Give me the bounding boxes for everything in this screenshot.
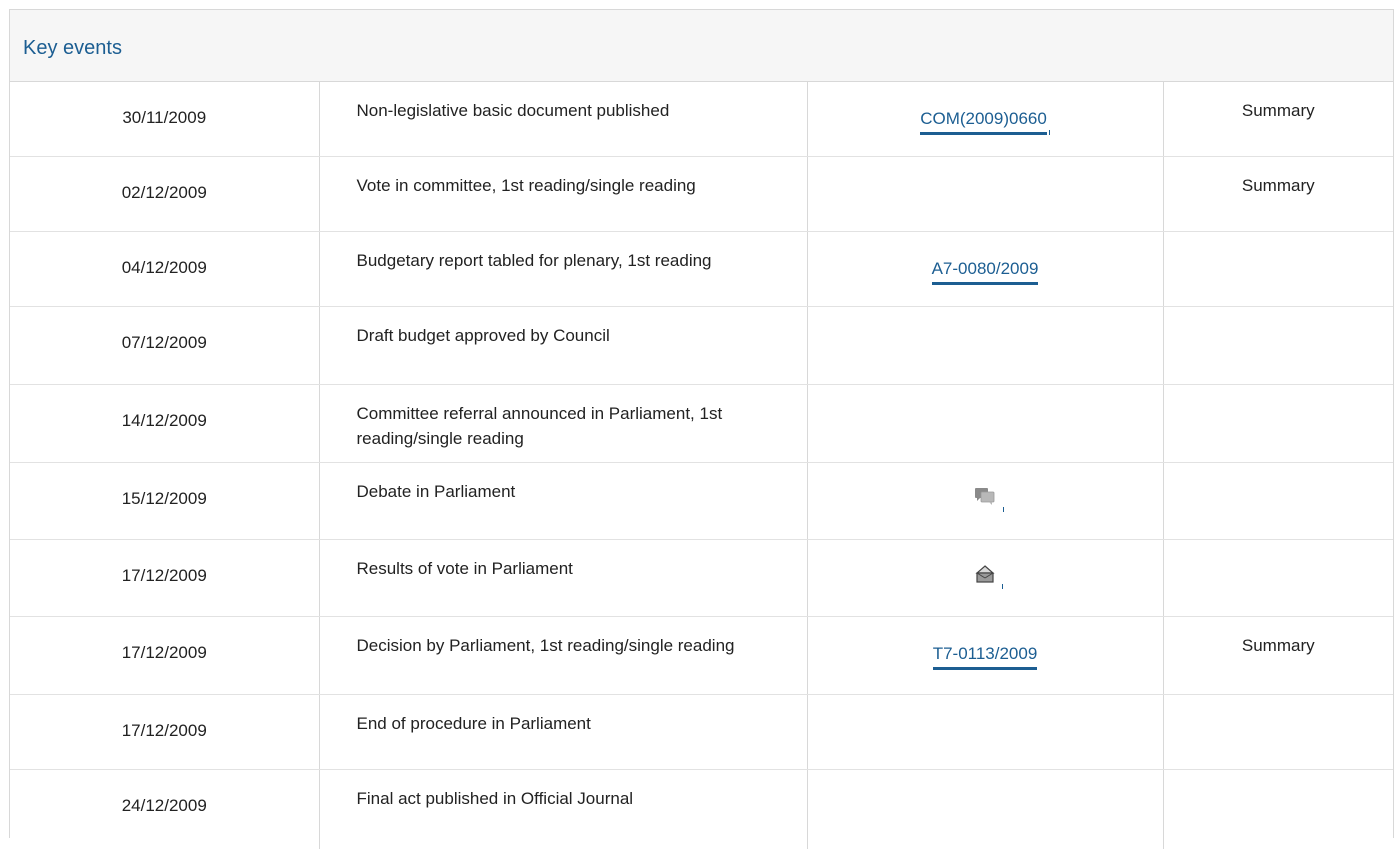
- event-date: 15/12/2009: [10, 462, 320, 540]
- table-row: 15/12/2009 Debate in Parliament: [10, 462, 1393, 540]
- event-date: 17/12/2009: [10, 616, 320, 695]
- document-cell: [807, 539, 1164, 617]
- summary-label: [1163, 769, 1393, 849]
- event-description: Decision by Parliament, 1st reading/sing…: [319, 616, 808, 695]
- summary-label: [1163, 694, 1393, 770]
- event-date: 30/11/2009: [10, 82, 320, 157]
- vote-results-icon[interactable]: [975, 564, 1003, 589]
- event-description: Vote in committee, 1st reading/single re…: [319, 156, 808, 232]
- summary-label[interactable]: Summary: [1163, 156, 1393, 232]
- event-date: 17/12/2009: [10, 694, 320, 770]
- debate-icon[interactable]: [974, 487, 1004, 512]
- table-row: 17/12/2009 Decision by Parliament, 1st r…: [10, 616, 1393, 695]
- summary-label: [1163, 306, 1393, 385]
- event-description: Final act published in Official Journal: [319, 769, 808, 849]
- table-row: 17/12/2009 Results of vote in Parliament: [10, 539, 1393, 617]
- document-link[interactable]: A7-0080/2009: [931, 258, 1039, 285]
- table-row: 30/11/2009 Non-legislative basic documen…: [10, 82, 1393, 157]
- event-date: 14/12/2009: [10, 384, 320, 463]
- document-link[interactable]: T7-0113/2009: [932, 643, 1038, 670]
- table-row: 17/12/2009 End of procedure in Parliamen…: [10, 694, 1393, 770]
- panel-header: Key events: [10, 10, 1393, 82]
- table-row: 14/12/2009 Committee referral announced …: [10, 384, 1393, 463]
- panel-title: Key events: [23, 37, 122, 59]
- summary-label: [1163, 231, 1393, 307]
- document-cell: T7-0113/2009: [807, 616, 1164, 695]
- key-events-panel: Key events 30/11/2009 Non-legislative ba…: [9, 9, 1394, 849]
- table-row: 04/12/2009 Budgetary report tabled for p…: [10, 231, 1393, 307]
- event-description: Draft budget approved by Council: [319, 306, 808, 385]
- document-cell: [807, 694, 1164, 770]
- document-link[interactable]: COM(2009)0660: [920, 108, 1047, 135]
- event-description: Committee referral announced in Parliame…: [319, 384, 808, 463]
- event-date: 17/12/2009: [10, 539, 320, 617]
- event-description: Budgetary report tabled for plenary, 1st…: [319, 231, 808, 307]
- summary-label: [1163, 384, 1393, 463]
- event-description: End of procedure in Parliament: [319, 694, 808, 770]
- event-description: Results of vote in Parliament: [319, 539, 808, 617]
- event-date: 24/12/2009: [10, 769, 320, 849]
- summary-label: [1163, 539, 1393, 617]
- document-cell: A7-0080/2009: [807, 231, 1164, 307]
- event-date: 02/12/2009: [10, 156, 320, 232]
- document-cell: [807, 769, 1164, 849]
- event-description: Non-legislative basic document published: [319, 82, 808, 157]
- link-tick: [1003, 506, 1004, 512]
- summary-label[interactable]: Summary: [1163, 82, 1393, 157]
- table-row: 24/12/2009 Final act published in Offici…: [10, 769, 1393, 849]
- table-row: 07/12/2009 Draft budget approved by Coun…: [10, 306, 1393, 385]
- key-events-table: 30/11/2009 Non-legislative basic documen…: [10, 82, 1393, 849]
- event-date: 04/12/2009: [10, 231, 320, 307]
- link-tick: [1002, 583, 1003, 589]
- table-row: 02/12/2009 Vote in committee, 1st readin…: [10, 156, 1393, 232]
- event-date: 07/12/2009: [10, 306, 320, 385]
- summary-label[interactable]: Summary: [1163, 616, 1393, 695]
- document-cell: COM(2009)0660: [807, 82, 1164, 157]
- document-cell: [807, 384, 1164, 463]
- summary-label: [1163, 462, 1393, 540]
- document-cell: [807, 462, 1164, 540]
- link-tick: [1048, 130, 1050, 135]
- event-description: Debate in Parliament: [319, 462, 808, 540]
- document-cell: [807, 306, 1164, 385]
- document-cell: [807, 156, 1164, 232]
